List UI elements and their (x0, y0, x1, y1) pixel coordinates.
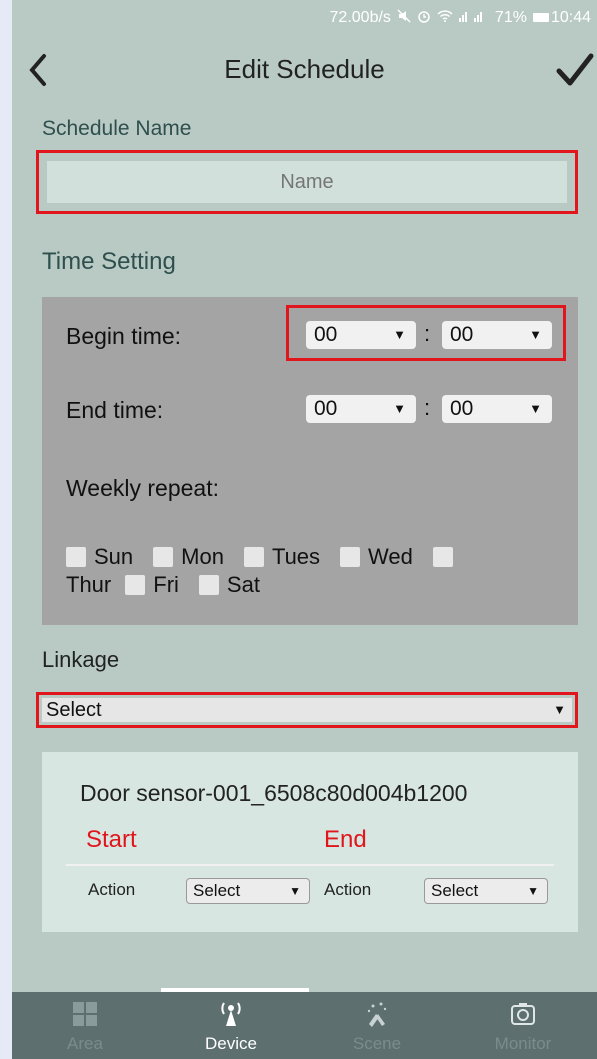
begin-time-label: Begin time: (66, 323, 182, 349)
header: Edit Schedule (12, 36, 597, 106)
start-action-value: Select (193, 881, 241, 900)
time-panel: Begin time: 00 ▼ : 00 ▼ End time: 00 ▼ :… (42, 297, 578, 625)
checkbox[interactable] (66, 547, 86, 567)
checkbox[interactable] (125, 575, 146, 595)
tab-monitor-label: Monitor (494, 1034, 552, 1053)
antenna-icon (221, 1002, 241, 1026)
tab-monitor[interactable]: Monitor (450, 992, 596, 1059)
scene-icon (367, 1002, 387, 1027)
linkage-selected-value: Select (46, 699, 102, 721)
tab-area-label: Area (67, 1034, 103, 1053)
day-fri[interactable]: Fri (125, 571, 179, 599)
end-time-colon: : (424, 395, 431, 420)
network-speed: 72.00b/s (329, 9, 391, 26)
end-minute-select[interactable]: 00 ▼ (442, 395, 552, 423)
day-sun[interactable]: Sun (66, 543, 133, 571)
dropdown-arrow-icon: ▼ (529, 327, 542, 342)
status-time: 10:44 (550, 9, 591, 26)
camera-icon (511, 1003, 535, 1025)
alarm-icon (417, 9, 431, 28)
battery-percent: 71% (494, 9, 527, 26)
day-thur-checkbox[interactable] (432, 543, 461, 571)
grid-icon (73, 1002, 97, 1026)
save-button[interactable] (555, 50, 595, 90)
start-action-select[interactable]: Select ▼ (186, 878, 310, 904)
page-title: Edit Schedule (224, 54, 385, 84)
begin-hour-value: 00 (314, 323, 338, 346)
tab-scene-label: Scene (352, 1034, 402, 1053)
weekly-repeat-label: Weekly repeat: (66, 475, 219, 501)
weekly-repeat-days: Sun Mon Tues Wed Thur Fri Sat (66, 543, 566, 599)
end-label: End (324, 826, 367, 853)
page-bleed-left (0, 0, 12, 1059)
tab-area[interactable]: Area (12, 992, 158, 1059)
day-tues[interactable]: Tues (243, 543, 320, 571)
signal-icon (458, 9, 489, 27)
schedule-name-label: Schedule Name (42, 117, 192, 140)
tab-bar: Area Device Scene Monitor (12, 988, 597, 1059)
end-hour-value: 00 (314, 397, 338, 420)
device-name: Door sensor-001_6508c80d004b1200 (80, 780, 468, 806)
checkbox[interactable] (340, 547, 361, 567)
app-screen: 72.00b/s 71% 10:44 Edit Schedule Schedul… (12, 0, 597, 1059)
device-card: Door sensor-001_6508c80d004b1200 Start E… (42, 752, 578, 932)
end-hour-select[interactable]: 00 ▼ (306, 395, 416, 423)
battery-icon (532, 13, 549, 23)
end-action-select[interactable]: Select ▼ (424, 878, 548, 904)
end-action-value: Select (431, 881, 479, 900)
tab-scene[interactable]: Scene (304, 992, 450, 1059)
wifi-icon (437, 9, 453, 27)
begin-minute-value: 00 (450, 323, 474, 346)
checkbox[interactable] (198, 575, 219, 595)
dropdown-arrow-icon: ▼ (289, 884, 301, 898)
begin-minute-select[interactable]: 00 ▼ (442, 321, 552, 349)
day-thur-label: Thur (66, 572, 112, 597)
dropdown-arrow-icon: ▼ (393, 327, 406, 342)
day-mon[interactable]: Mon (153, 543, 224, 571)
start-action-label: Action (88, 880, 136, 899)
checkbox[interactable] (432, 547, 453, 567)
tab-device[interactable]: Device (158, 992, 304, 1059)
checkmark-icon (556, 53, 594, 86)
dropdown-arrow-icon: ▼ (529, 401, 542, 416)
end-time-label: End time: (66, 397, 164, 423)
day-sat[interactable]: Sat (198, 571, 260, 599)
end-action-label: Action (324, 880, 372, 899)
linkage-label: Linkage (42, 647, 120, 672)
checkbox[interactable] (153, 547, 174, 567)
start-label: Start (86, 826, 137, 853)
linkage-highlight: Select ▼ (36, 692, 578, 728)
schedule-name-highlight (36, 150, 578, 214)
end-minute-value: 00 (450, 397, 474, 420)
checkbox[interactable] (243, 547, 264, 567)
mute-icon (397, 8, 411, 28)
schedule-name-input[interactable] (47, 161, 567, 203)
day-wed[interactable]: Wed (340, 543, 413, 571)
time-setting-label: Time Setting (42, 248, 176, 275)
dropdown-arrow-icon: ▼ (393, 401, 406, 416)
linkage-select[interactable]: Select ▼ (42, 698, 572, 722)
dropdown-arrow-icon: ▼ (553, 702, 566, 717)
begin-hour-select[interactable]: 00 ▼ (306, 321, 416, 349)
begin-time-colon: : (424, 321, 431, 346)
divider (66, 864, 554, 866)
dropdown-arrow-icon: ▼ (527, 884, 539, 898)
status-bar: 72.00b/s 71% 10:44 (12, 0, 597, 36)
tab-device-label: Device (205, 1034, 257, 1053)
